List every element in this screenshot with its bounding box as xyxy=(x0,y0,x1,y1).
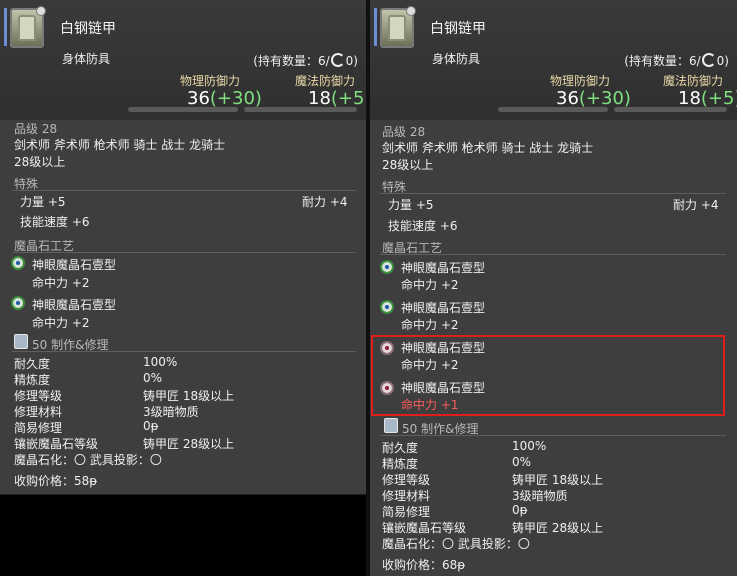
materia-effect: 命中力 +2 xyxy=(32,276,90,290)
materia-effect: 命中力 +2 xyxy=(401,278,459,292)
physical-defense-bar xyxy=(498,107,608,112)
hq-icon xyxy=(701,53,716,67)
repair-value: 3级暗物质 xyxy=(512,489,568,503)
skill-speed-stat: 技能速度 +6 xyxy=(20,215,90,229)
repair-label: 镶嵌魔晶石等级 xyxy=(14,437,99,451)
sell-price: 收购价格：68ᵽ xyxy=(382,558,466,572)
hq-icon xyxy=(330,53,345,67)
repair-label: 耐久度 xyxy=(382,441,419,455)
repair-label: 精炼度 xyxy=(14,373,51,387)
repair-label: 简易修理 xyxy=(14,421,63,435)
materia-flags: 魔晶石化：〇 武具投影：〇 xyxy=(14,453,162,467)
repair-value: 铸甲匠 28级以上 xyxy=(143,437,235,451)
vitality-stat: 耐力 +4 xyxy=(302,195,348,209)
item-type: 身体防具 xyxy=(62,52,111,66)
item-name: 白钢链甲 xyxy=(60,21,116,37)
repair-label: 修理材料 xyxy=(14,405,63,419)
physical-defense-value: 36(+30) xyxy=(556,88,631,109)
job-list: 剑术师 斧术师 枪术师 骑士 战士 龙骑士 xyxy=(14,138,226,152)
repair-label: 修理等级 xyxy=(382,473,431,487)
tooltip-header: 白钢链甲 身体防具 (持有数量：6/0) 物理防御力 魔法防御力 36(+30)… xyxy=(0,0,366,120)
repair-value: 铸甲匠 18级以上 xyxy=(143,389,235,403)
tooltip-header: 白钢链甲 身体防具 (持有数量：6/0) 物理防御力 魔法防御力 36(+30)… xyxy=(370,0,737,120)
repair-value: 0ᵽ xyxy=(512,503,528,517)
materia-icon xyxy=(380,300,394,314)
materia-flags: 魔晶石化：〇 武具投影：〇 xyxy=(382,537,530,551)
item-level: 品级 28 xyxy=(14,122,58,136)
magic-defense-label: 魔法防御力 xyxy=(663,74,724,88)
repair-value: 3级暗物质 xyxy=(143,405,199,419)
repair-value: 100% xyxy=(143,355,178,369)
comparison-highlight-box xyxy=(371,335,725,416)
magic-defense-label: 魔法防御力 xyxy=(295,74,356,88)
repair-label: 修理等级 xyxy=(14,389,63,403)
repair-label: 修理材料 xyxy=(382,489,431,503)
glamour-dot-icon xyxy=(406,6,416,16)
skill-speed-stat: 技能速度 +6 xyxy=(388,219,458,233)
job-list: 剑术师 斧术师 枪术师 骑士 战士 龙骑士 xyxy=(382,141,594,155)
magic-defense-bar xyxy=(244,107,357,112)
repair-value: 0% xyxy=(143,371,163,385)
repair-label: 耐久度 xyxy=(14,357,51,371)
materia-name: 神眼魔晶石壹型 xyxy=(401,261,486,275)
magic-defense-bar xyxy=(614,107,727,112)
physical-defense-label: 物理防御力 xyxy=(180,74,241,88)
repair-value: 100% xyxy=(512,439,547,453)
level-requirement: 28级以上 xyxy=(14,155,66,169)
strength-stat: 力量 +5 xyxy=(20,195,66,209)
repair-label: 简易修理 xyxy=(382,505,431,519)
physical-defense-bar xyxy=(128,107,238,112)
materia-effect: 命中力 +2 xyxy=(401,318,459,332)
repair-value: 0% xyxy=(512,455,532,469)
magic-defense-value: 18(+5) xyxy=(308,88,366,109)
owned-count: (持有数量：6/0) xyxy=(253,53,358,68)
magic-defense-value: 18(+5) xyxy=(678,88,737,109)
materia-icon xyxy=(11,296,25,310)
owned-count: (持有数量：6/0) xyxy=(624,53,729,68)
item-level: 品级 28 xyxy=(382,125,426,139)
vitality-stat: 耐力 +4 xyxy=(673,198,719,212)
rarity-stripe xyxy=(4,8,7,46)
item-type: 身体防具 xyxy=(432,52,481,66)
sell-price: 收购价格：58ᵽ xyxy=(14,474,98,488)
materia-icon xyxy=(380,260,394,274)
materia-name: 神眼魔晶石壹型 xyxy=(32,258,117,272)
materia-name: 神眼魔晶石壹型 xyxy=(32,298,117,312)
item-tooltip-left: 白钢链甲 身体防具 (持有数量：6/0) 物理防御力 魔法防御力 36(+30)… xyxy=(0,0,366,495)
repair-label: 镶嵌魔晶石等级 xyxy=(382,521,467,535)
tooltip-body: 品级 28 剑术师 斧术师 枪术师 骑士 战士 龙骑士 28级以上 特殊 力量 … xyxy=(0,120,366,494)
strength-stat: 力量 +5 xyxy=(388,198,434,212)
repair-value: 0ᵽ xyxy=(143,419,159,433)
rarity-stripe xyxy=(374,8,377,46)
repair-value: 铸甲匠 28级以上 xyxy=(512,521,604,535)
physical-defense-label: 物理防御力 xyxy=(550,74,611,88)
materia-effect: 命中力 +2 xyxy=(32,316,90,330)
repair-icon xyxy=(384,418,398,433)
level-requirement: 28级以上 xyxy=(382,158,434,172)
repair-icon xyxy=(14,334,28,349)
repair-value: 铸甲匠 18级以上 xyxy=(512,473,604,487)
repair-label: 精炼度 xyxy=(382,457,419,471)
materia-name: 神眼魔晶石壹型 xyxy=(401,301,486,315)
materia-icon xyxy=(11,256,25,270)
item-tooltip-right: 白钢链甲 身体防具 (持有数量：6/0) 物理防御力 魔法防御力 36(+30)… xyxy=(370,0,737,576)
physical-defense-value: 36(+30) xyxy=(187,88,262,109)
item-name: 白钢链甲 xyxy=(430,21,486,37)
glamour-dot-icon xyxy=(36,6,46,16)
